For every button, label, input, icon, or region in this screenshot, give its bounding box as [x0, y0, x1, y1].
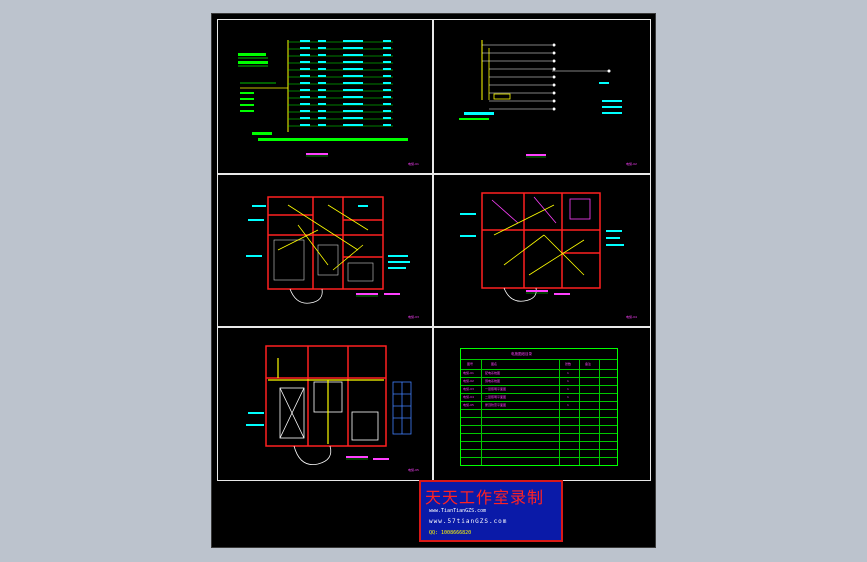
weak-current-diagram-drawing — [459, 40, 622, 158]
panel-code: 电施-01 — [408, 162, 419, 166]
table-title: 电施图纸目录 — [511, 352, 532, 356]
table-cell: 配电系统图 — [485, 371, 501, 375]
table-rule — [579, 359, 580, 465]
table-cell: 1 — [567, 395, 569, 399]
table-cell: 弱电系统图 — [485, 379, 501, 383]
watermark-stamp: 天天工作室录制 www.TianTianGZS.com www.57tianGZ… — [419, 480, 563, 542]
table-rule — [461, 377, 617, 378]
table-rule — [481, 359, 482, 465]
table-cell: 二层照明平面图 — [485, 395, 507, 399]
stamp-line: www.57tianGZS.com — [429, 518, 508, 525]
table-rule — [461, 369, 617, 370]
table-rule — [461, 457, 617, 458]
panel-code: 电施-03 — [408, 315, 419, 319]
table-cell: 电施-01 — [463, 371, 474, 375]
panel-distribution-diagram[interactable]: 电施-01 — [217, 19, 433, 174]
table-cell: 1 — [567, 403, 569, 407]
table-rule — [461, 409, 617, 410]
panel-code: 电施-02 — [626, 162, 637, 166]
stamp-title: 天天工作室录制 — [425, 488, 545, 507]
table-cell: 1 — [567, 379, 569, 383]
table-cell: 电施-04 — [463, 395, 474, 399]
panel-floor1-lighting[interactable]: 电施-03 — [217, 174, 433, 327]
table-rule — [461, 449, 617, 450]
distribution-diagram-drawing — [238, 40, 408, 157]
table-rule — [461, 401, 617, 402]
panel-code: 电施-05 — [408, 468, 419, 472]
table-cell: 电施-05 — [463, 403, 474, 407]
table-cell: 一层照明平面图 — [485, 387, 507, 391]
table-cell: 屋顶防雷平面图 — [485, 403, 507, 407]
panel-weak-current-diagram[interactable]: 电施-02 — [433, 19, 651, 174]
table-rule — [461, 417, 617, 418]
table-rule — [461, 385, 617, 386]
table-rule — [461, 425, 617, 426]
floor1-plan-drawing — [246, 196, 410, 304]
table-rule — [461, 441, 617, 442]
table-header: 图号 — [467, 362, 474, 366]
panel-code: 电施-04 — [626, 315, 637, 319]
panel-roof-plan[interactable]: 电施-05 — [217, 327, 433, 481]
floor2-plan-drawing — [460, 192, 624, 302]
drawing-sheet[interactable]: 电施-01 电施-02 电施-03 电施-04 电施-05 电施图纸目录 图号 … — [211, 13, 656, 548]
table-rule — [461, 393, 617, 394]
roof-plan-drawing — [246, 345, 412, 465]
table-cell: 1 — [567, 371, 569, 375]
table-rule — [461, 433, 617, 434]
table-rule — [559, 359, 560, 465]
table-header: 张数 — [565, 362, 572, 366]
table-cell: 电施-02 — [463, 379, 474, 383]
drawing-index-table: 电施图纸目录 图号 图名 张数 备注 电施-01 配电系统图 1 电施-02 弱… — [460, 348, 618, 466]
stamp-line: QQ: 1008666820 — [429, 530, 472, 536]
panel-drawing-index[interactable]: 电施图纸目录 图号 图名 张数 备注 电施-01 配电系统图 1 电施-02 弱… — [433, 327, 651, 481]
table-rule — [461, 359, 617, 360]
table-cell: 1 — [567, 387, 569, 391]
stamp-line: www.TianTianGZS.com — [429, 508, 487, 514]
table-cell: 电施-03 — [463, 387, 474, 391]
table-rule — [599, 359, 600, 465]
table-header: 备注 — [585, 362, 592, 366]
table-header: 图名 — [491, 362, 498, 366]
panel-floor2-lighting[interactable]: 电施-04 — [433, 174, 651, 327]
